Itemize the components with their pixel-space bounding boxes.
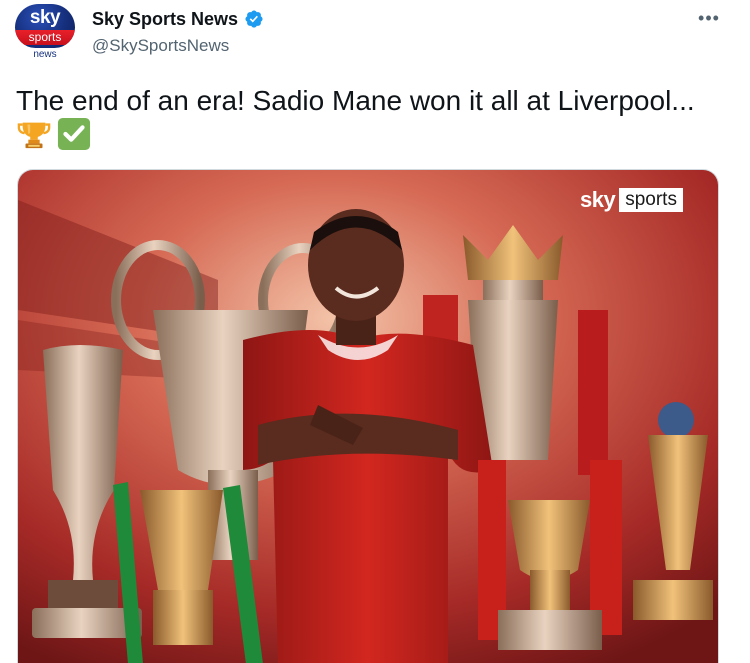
verified-badge-icon (245, 10, 263, 28)
check-mark-button-icon (57, 117, 91, 151)
tweet-text: The end of an era! Sadio Mane won it all… (16, 85, 695, 116)
more-dots-icon[interactable]: ••• (694, 8, 724, 32)
avatar-logo-bottom-text: news (33, 49, 57, 60)
avatar-logo-band-text: sports (15, 30, 75, 45)
brand-sky-text: sky (580, 187, 616, 212)
tweet-card: sky sports news Sky Sports News @SkySpor… (0, 0, 750, 663)
author-display-name[interactable]: Sky Sports News (92, 9, 238, 30)
author-handle[interactable]: @SkySportsNews (92, 36, 229, 56)
trophy-icon (17, 122, 51, 149)
brand-sports-text: sports (619, 188, 683, 212)
emoji-row (17, 117, 91, 151)
tweet-media-image[interactable] (17, 169, 719, 663)
trophy-celebration-illustration (18, 170, 718, 663)
avatar-logo-top-text: sky (29, 7, 61, 28)
sky-sports-watermark: sky sports (580, 187, 683, 213)
avatar[interactable]: sky sports news (14, 4, 76, 60)
sky-sports-logo: sky sports (15, 4, 75, 48)
